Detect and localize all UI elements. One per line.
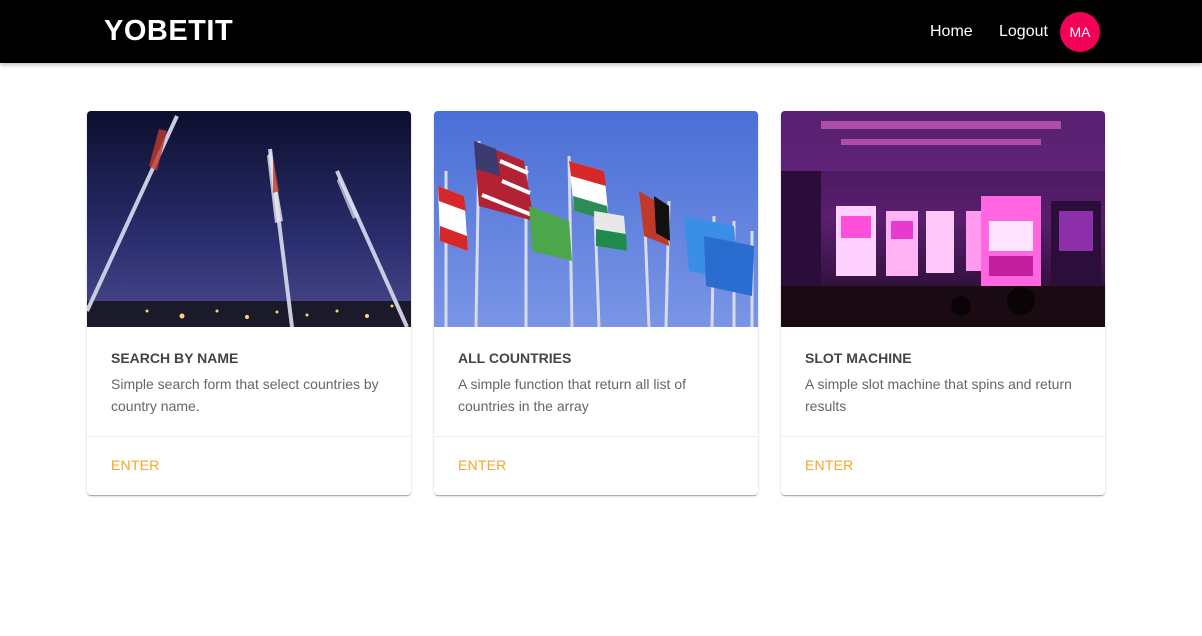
casino-slot-machines-image[interactable] [781, 111, 1105, 327]
card-slot-machine: SLOT MACHINE A simple slot machine that … [781, 111, 1105, 495]
top-navbar: YOBETIT Home Logout MA [0, 0, 1202, 63]
card-content: SLOT MACHINE A simple slot machine that … [781, 327, 1105, 437]
card-title: ALL COUNTRIES [458, 350, 572, 366]
card-all-countries: ALL COUNTRIES A simple function that ret… [434, 111, 758, 495]
brand-logo[interactable]: YOBETIT [104, 14, 233, 48]
enter-button[interactable]: ENTER [805, 457, 853, 473]
card-content: ALL COUNTRIES A simple function that ret… [434, 327, 758, 437]
card-title: SEARCH BY NAME [111, 350, 239, 366]
card-description: A simple function that return all list o… [458, 376, 686, 414]
card-actions: ENTER [87, 437, 411, 493]
flagpoles-night-image[interactable] [87, 111, 411, 327]
card-actions: ENTER [434, 437, 758, 493]
card-description: Simple search form that select countries… [111, 376, 379, 414]
world-flags-image[interactable] [434, 111, 758, 327]
user-avatar[interactable]: MA [1060, 12, 1100, 52]
nav-home-link[interactable]: Home [930, 22, 973, 42]
card-title: SLOT MACHINE [805, 350, 912, 366]
card-actions: ENTER [781, 437, 1105, 493]
enter-button[interactable]: ENTER [111, 457, 159, 473]
card-search-by-name: SEARCH BY NAME Simple search form that s… [87, 111, 411, 495]
nav-logout-link[interactable]: Logout [999, 22, 1048, 42]
card-description: A simple slot machine that spins and ret… [805, 376, 1072, 414]
enter-button[interactable]: ENTER [458, 457, 506, 473]
card-content: SEARCH BY NAME Simple search form that s… [87, 327, 411, 437]
